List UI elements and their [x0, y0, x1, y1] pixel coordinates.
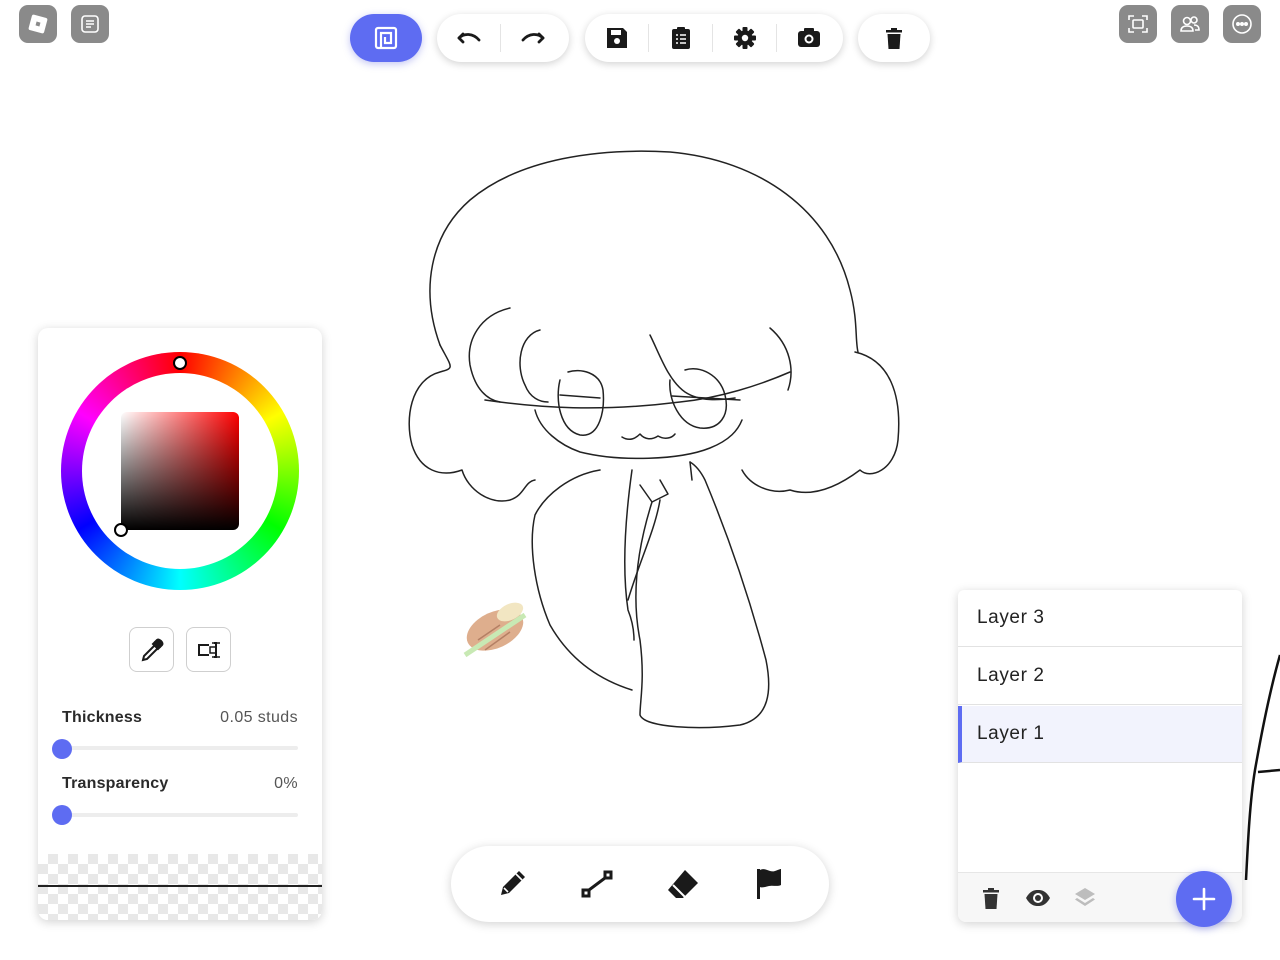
sketch-stroke: [1244, 654, 1280, 881]
flag-tool-button[interactable]: [738, 854, 798, 914]
clear-group: [858, 14, 930, 62]
sketch-stroke: [689, 461, 693, 481]
save-button[interactable]: [585, 14, 648, 62]
brush-preview: [38, 854, 322, 920]
pencil-tool-button[interactable]: [482, 854, 542, 914]
sketch-stroke: [429, 150, 859, 353]
sketch-doodle: [463, 602, 527, 658]
sketch-stroke: [671, 395, 741, 401]
transparency-label: Transparency: [62, 775, 169, 792]
sketch-stroke: [559, 394, 601, 399]
transparency-value: 0%: [274, 775, 298, 792]
sketch-stroke: [669, 368, 727, 429]
delete-layer-button[interactable]: [975, 882, 1007, 914]
sketch-stroke: [534, 409, 743, 460]
trash-icon: [983, 888, 999, 909]
sketch-stroke: [621, 433, 676, 441]
screen-capture-button[interactable]: [1119, 5, 1157, 43]
chat-icon: [81, 15, 99, 33]
eraser-tool-button[interactable]: [653, 854, 713, 914]
file-group: [585, 14, 843, 62]
text-cursor-button[interactable]: [186, 627, 231, 672]
sketch-stroke: [639, 479, 669, 503]
saturation-value-knob[interactable]: [114, 523, 128, 537]
sketch-stroke: [649, 334, 736, 401]
layer-item-label: Layer 2: [977, 665, 1045, 686]
layer-options-button[interactable]: [1069, 882, 1101, 914]
line-tool-icon: [581, 870, 613, 898]
saturation-value-square[interactable]: [121, 412, 239, 530]
text-cursor-icon: [197, 641, 220, 658]
settings-button[interactable]: [713, 14, 776, 62]
redo-button[interactable]: [501, 14, 564, 62]
layer-item-label: Layer 1: [977, 723, 1045, 744]
brush-preview-stroke: [38, 885, 322, 887]
clipboard-button[interactable]: [649, 14, 712, 62]
sketch-stroke: [408, 344, 536, 502]
eye-icon: [1026, 890, 1050, 906]
pencil-icon: [500, 871, 525, 895]
hue-knob[interactable]: [173, 355, 187, 370]
canvas-mode-button[interactable]: [350, 14, 422, 62]
history-group: [437, 14, 569, 62]
camera-icon: [797, 28, 820, 47]
transparency-slider-thumb[interactable]: [52, 805, 72, 825]
sketch-stroke: [635, 461, 770, 729]
clear-canvas-button[interactable]: [858, 14, 930, 62]
redo-icon: [521, 32, 544, 44]
layer-item[interactable]: Layer 2: [958, 648, 1242, 705]
more-button[interactable]: [1223, 5, 1261, 43]
thickness-slider-thumb[interactable]: [52, 739, 72, 759]
sketch-stroke: [519, 329, 549, 403]
undo-button[interactable]: [437, 14, 500, 62]
layers-icon: [1075, 888, 1095, 906]
trash-icon: [886, 28, 902, 49]
sketch-stroke: [484, 371, 791, 409]
gear-icon: [733, 27, 756, 49]
layer-item-active[interactable]: Layer 1: [958, 706, 1242, 763]
canvas-mode-group: [350, 14, 422, 62]
layer-item[interactable]: Layer 3: [958, 590, 1242, 647]
sketch-stroke: [624, 469, 635, 641]
sketch-stroke: [468, 307, 511, 403]
sketch-stroke: [627, 499, 661, 601]
sketch-stroke: [741, 351, 900, 494]
line-tool-button[interactable]: [567, 854, 627, 914]
thickness-slider-track[interactable]: [62, 746, 298, 750]
clipboard-list-icon: [671, 27, 690, 49]
roblox-menu-button[interactable]: [19, 5, 57, 43]
thickness-label: Thickness: [62, 709, 143, 726]
friends-icon: [1180, 16, 1200, 32]
canvas-mode-icon: [374, 26, 398, 50]
sketch-stroke: [769, 327, 792, 391]
thickness-value: 0.05 studs: [220, 709, 298, 726]
transparency-slider-track[interactable]: [62, 813, 298, 817]
friends-button[interactable]: [1171, 5, 1209, 43]
toggle-visibility-button[interactable]: [1022, 882, 1054, 914]
sketch-stroke: [557, 369, 605, 436]
eyedropper-icon: [141, 638, 163, 661]
drawing-tools-bar: [451, 846, 829, 922]
roblox-logo-icon: [28, 14, 48, 34]
undo-icon: [457, 32, 480, 44]
eyedropper-button[interactable]: [129, 627, 174, 672]
layer-item-label: Layer 3: [977, 607, 1045, 628]
add-layer-button[interactable]: [1176, 871, 1232, 927]
color-panel: Thickness 0.05 studs Transparency 0%: [38, 328, 322, 920]
camera-button[interactable]: [777, 14, 840, 62]
save-icon: [606, 28, 627, 48]
sketch-stroke: [531, 469, 633, 691]
flag-icon: [757, 869, 782, 899]
chat-button[interactable]: [71, 5, 109, 43]
sketch-stroke: [1257, 768, 1280, 774]
more-icon: [1232, 14, 1252, 34]
eraser-icon: [667, 870, 698, 898]
screen-capture-icon: [1128, 15, 1148, 33]
plus-icon: [1192, 887, 1216, 911]
